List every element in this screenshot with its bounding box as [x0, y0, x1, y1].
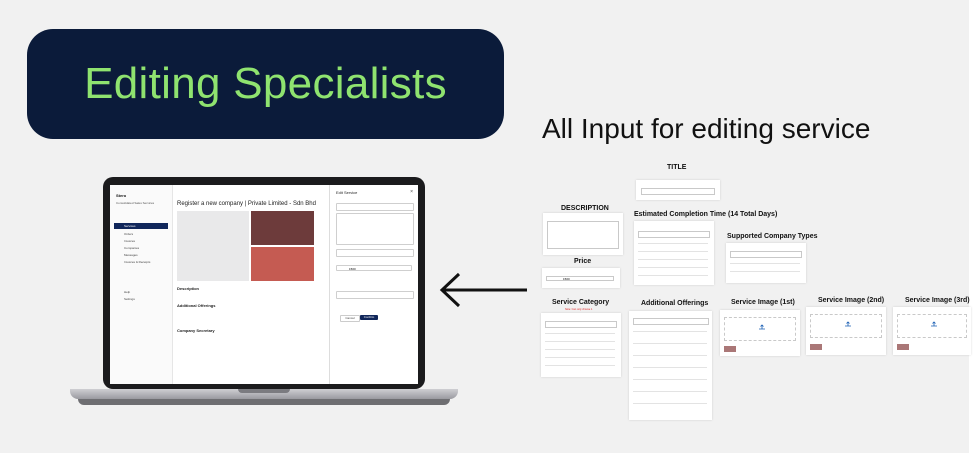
divider	[545, 349, 615, 350]
category-card	[541, 313, 621, 377]
image1-card	[720, 310, 800, 356]
divider	[545, 357, 615, 358]
offerings-card-label: Additional Offerings	[641, 300, 709, 307]
company-types-field[interactable]	[730, 251, 802, 258]
image2-card-label: Service Image (2nd)	[818, 297, 885, 304]
image3-card	[893, 307, 971, 355]
image3-thumb	[897, 344, 909, 350]
sidebar-item-settings[interactable]: Settings	[114, 296, 168, 302]
sidebar-item-services[interactable]: Services	[114, 223, 168, 229]
section-description: Description	[177, 286, 200, 291]
image2-thumb	[810, 344, 822, 350]
divider	[633, 355, 707, 356]
divider	[730, 263, 800, 264]
app-main: Register a new company | Private Limited…	[173, 185, 328, 384]
divider	[638, 267, 708, 268]
completion-input[interactable]	[336, 249, 414, 257]
sidebar-item-invoices[interactable]: Invoices	[114, 238, 168, 244]
completion-field[interactable]	[638, 231, 710, 238]
banner: Editing Specialists	[27, 29, 504, 139]
laptop-screen: Stero Consolidated Sales Services Servic…	[110, 185, 418, 384]
offerings-card	[629, 311, 712, 420]
image2-card	[806, 307, 886, 355]
company-name: Consolidated Sales Services	[116, 201, 155, 205]
sidebar-item-orders[interactable]: Orders	[114, 231, 168, 237]
title-card	[636, 180, 720, 200]
divider	[633, 367, 707, 368]
completion-card	[634, 221, 714, 285]
category-field[interactable]	[545, 321, 617, 328]
price-card-label: Price	[574, 258, 592, 265]
banner-title: Editing Specialists	[84, 59, 447, 108]
divider	[545, 341, 615, 342]
description-field[interactable]	[547, 221, 619, 249]
category-note: Note: Can only choose 1	[565, 308, 593, 311]
divider	[545, 333, 615, 334]
arrow-left-icon	[439, 272, 527, 308]
upload-icon	[931, 321, 937, 327]
divider	[633, 379, 707, 380]
cancel-button[interactable]: Cancel	[340, 315, 360, 322]
divider	[638, 259, 708, 260]
service-image-main	[177, 211, 249, 281]
section-secretary: Company Secretary	[177, 328, 215, 333]
app-sidebar: Stero Consolidated Sales Services Servic…	[110, 185, 173, 384]
image1-card-label: Service Image (1st)	[731, 299, 795, 306]
image3-card-label: Service Image (3rd)	[905, 297, 970, 304]
modal-title: Edit Service	[336, 190, 358, 195]
price-card: 1500	[542, 268, 620, 288]
app-logo: Stero	[116, 193, 127, 198]
description-card-label: DESCRIPTION	[561, 205, 609, 212]
service-image-thumb-2	[251, 247, 314, 281]
price-input[interactable]: 1500	[336, 265, 412, 271]
divider	[638, 251, 708, 252]
sidebar-item-companies[interactable]: Companies	[114, 245, 168, 251]
section-offerings: Additional Offerings	[177, 303, 216, 308]
divider	[633, 391, 707, 392]
subtitle: All Input for editing service	[542, 113, 871, 144]
divider	[638, 275, 708, 276]
sidebar-item-help[interactable]: Help	[114, 289, 168, 295]
completion-card-label: Estimated Completion Time (14 Total Days…	[634, 211, 778, 218]
close-icon[interactable]: ×	[410, 189, 413, 195]
offerings-field[interactable]	[633, 318, 709, 325]
edge-bottom	[0, 453, 979, 459]
laptop-notch	[238, 389, 290, 393]
divider	[633, 343, 707, 344]
price-field[interactable]: 1500	[546, 276, 614, 281]
confirm-button[interactable]: Confirm	[360, 315, 378, 320]
edge	[969, 0, 979, 459]
upload-icon	[845, 321, 851, 327]
offerings-select[interactable]	[336, 291, 414, 299]
sidebar-item-receipts[interactable]: Invoices & Receipts	[114, 259, 168, 265]
edit-service-modal: Edit Service × 1500 Cancel Confirm	[329, 185, 418, 384]
title-field[interactable]	[641, 188, 715, 195]
description-card	[543, 213, 623, 255]
laptop-foot	[78, 399, 450, 405]
company-types-card	[726, 243, 806, 283]
title-card-label: TITLE	[667, 164, 687, 171]
upload-icon	[759, 324, 765, 330]
title-input[interactable]	[336, 203, 414, 211]
divider	[633, 331, 707, 332]
divider	[545, 365, 615, 366]
service-image-thumb-1	[251, 211, 314, 245]
company-types-card-label: Supported Company Types	[727, 233, 818, 240]
divider	[638, 243, 708, 244]
sidebar-item-messages[interactable]: Messages	[114, 252, 168, 258]
description-input[interactable]	[336, 213, 414, 245]
divider	[633, 403, 707, 404]
category-card-label: Service Category	[552, 299, 610, 306]
image1-thumb	[724, 346, 736, 352]
canvas: Editing Specialists All Input for editin…	[0, 0, 979, 459]
divider	[730, 271, 800, 272]
page-title: Register a new company | Private Limited…	[177, 201, 316, 207]
